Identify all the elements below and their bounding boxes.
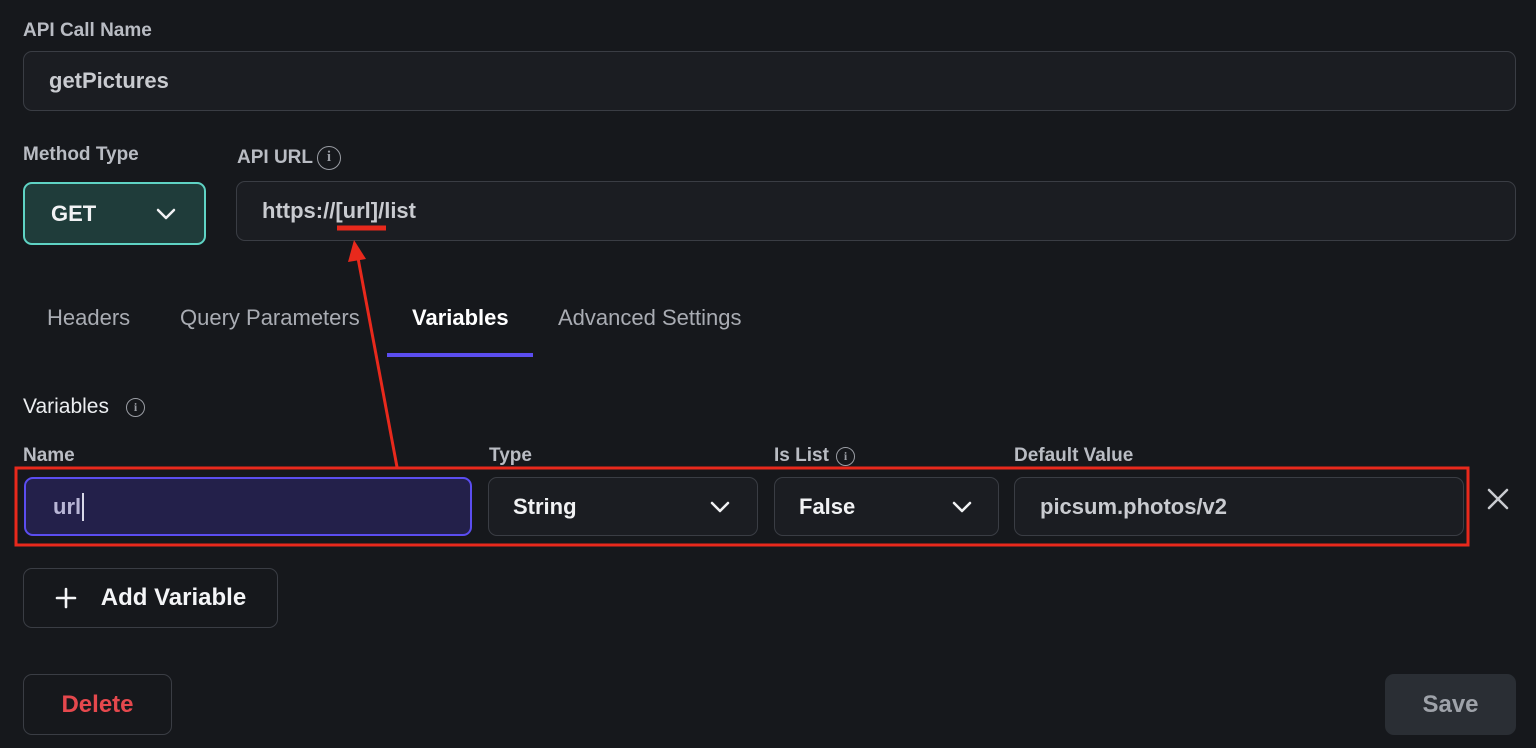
text-cursor (82, 492, 85, 521)
column-default-value-label: Default Value (1014, 445, 1134, 466)
annotation-arrow-line (356, 257, 399, 468)
variable-name-value: url (53, 493, 82, 519)
api-url-prefix: https:// (262, 198, 336, 223)
api-call-name-input[interactable]: getPictures (23, 51, 1516, 111)
tab-headers[interactable]: Headers (47, 300, 130, 336)
variable-type-value: String (513, 493, 577, 519)
info-icon[interactable]: i (126, 398, 145, 417)
method-type-select[interactable]: GET (23, 182, 206, 245)
info-icon[interactable]: i (836, 447, 855, 466)
method-type-value: GET (51, 200, 97, 226)
variable-default-value-input[interactable]: picsum.photos/v2 (1014, 477, 1464, 536)
tab-advanced-settings[interactable]: Advanced Settings (558, 300, 741, 336)
close-icon[interactable] (1485, 486, 1511, 512)
tab-query-parameters[interactable]: Query Parameters (180, 300, 360, 336)
variable-type-select[interactable]: String (488, 477, 758, 536)
column-type-label: Type (489, 445, 532, 466)
variable-is-list-select[interactable]: False (774, 477, 999, 536)
chevron-down-icon (710, 501, 730, 513)
add-variable-button[interactable]: Add Variable (23, 568, 278, 628)
active-tab-indicator (387, 353, 533, 357)
chevron-down-icon (952, 501, 972, 513)
chevron-down-icon (156, 208, 176, 220)
api-call-name-label: API Call Name (23, 20, 152, 41)
api-url-suffix: /list (378, 198, 416, 223)
api-call-name-value: getPictures (49, 68, 169, 93)
tab-variables[interactable]: Variables (412, 300, 509, 336)
save-label: Save (1422, 690, 1479, 718)
variable-name-input[interactable]: url (24, 477, 472, 536)
add-variable-label: Add Variable (100, 584, 247, 611)
info-icon[interactable]: i (317, 146, 341, 170)
api-url-label: API URL (237, 147, 313, 168)
variables-section-title: Variables (23, 395, 109, 418)
delete-label: Delete (61, 690, 134, 718)
method-type-label: Method Type (23, 144, 139, 165)
column-name-label: Name (23, 445, 75, 466)
variable-default-value: picsum.photos/v2 (1040, 493, 1228, 519)
api-url-variable: [url] (335, 198, 379, 223)
column-is-list-label: Is List (774, 445, 829, 466)
api-url-input[interactable]: https://[url]/list (236, 181, 1516, 241)
save-button[interactable]: Save (1385, 674, 1516, 735)
variable-is-list-value: False (799, 493, 856, 519)
annotation-overlay (14, 225, 1470, 547)
annotation-arrow-head (348, 240, 366, 262)
delete-button[interactable]: Delete (23, 674, 172, 735)
plus-icon (55, 587, 77, 609)
